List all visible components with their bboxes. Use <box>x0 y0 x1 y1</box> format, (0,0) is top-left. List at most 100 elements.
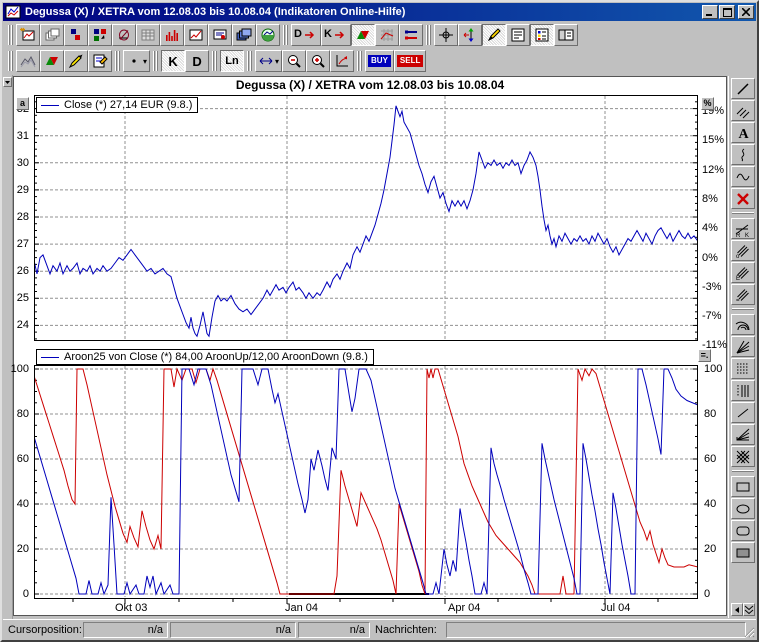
daily-data-button[interactable]: D <box>291 24 321 46</box>
parallel-lines-tool[interactable] <box>731 100 755 121</box>
aroon-axis-options-button[interactable]: =. <box>698 349 711 362</box>
close-button[interactable] <box>738 5 754 19</box>
marker-pen-button[interactable] <box>64 50 88 72</box>
toolbar-grip <box>283 25 288 45</box>
percent-axis-button[interactable]: % <box>701 97 714 110</box>
text-tool[interactable]: A <box>731 122 755 143</box>
log-scale-button[interactable]: Ln <box>220 50 244 72</box>
messages-label: Nachrichten: <box>375 624 437 636</box>
fibonacci-retracement-tool[interactable] <box>731 358 755 379</box>
kurs-mode-button[interactable]: K <box>161 50 185 72</box>
chart-toolbar: ▾ KD Ln ▾ BUYSELL <box>3 47 756 75</box>
svg-text:K: K <box>745 233 749 237</box>
layout-button[interactable] <box>554 24 578 46</box>
resize-grip[interactable] <box>743 626 755 638</box>
rounded-rect-tool[interactable] <box>731 520 755 541</box>
price-tick-label: 29 <box>17 184 29 196</box>
aroon-tick-label: 40 <box>17 498 29 510</box>
price-chart-canvas[interactable] <box>34 95 698 341</box>
gann-fan-tool[interactable] <box>731 424 755 445</box>
no-draw-button[interactable] <box>112 24 136 46</box>
left-splitter-button[interactable] <box>3 77 12 87</box>
axis-arrows-button[interactable] <box>458 24 482 46</box>
time-lines-tool[interactable] <box>731 380 755 401</box>
notes-button[interactable] <box>506 24 530 46</box>
percent-tick-label: -7% <box>702 310 722 322</box>
squiggle-tool[interactable] <box>731 144 755 165</box>
minimize-button[interactable] <box>702 5 718 19</box>
trend-line-tool[interactable] <box>731 78 755 99</box>
aroon-chart-canvas[interactable] <box>34 365 698 605</box>
left-splitter[interactable] <box>3 75 13 619</box>
toolbar-grip <box>426 25 431 45</box>
data-table-button[interactable] <box>136 24 160 46</box>
delete-object-tool[interactable] <box>731 188 755 209</box>
diagonal-line-tool[interactable] <box>731 402 755 423</box>
aroon-tick-label: 0 <box>704 588 710 600</box>
wave-tool[interactable] <box>731 166 755 187</box>
cursor-y-field: n/a <box>298 622 370 638</box>
cursor-x-field: n/a <box>83 622 168 638</box>
crosshair-button[interactable] <box>434 24 458 46</box>
gann-grid-tool[interactable] <box>731 446 755 467</box>
toolbar-grip <box>153 51 158 71</box>
hatch-pattern-1-tool[interactable]: o <box>731 240 755 261</box>
zoom-out-button[interactable] <box>282 50 306 72</box>
presentation-button[interactable] <box>208 24 232 46</box>
percent-tick-label: 0% <box>702 252 718 264</box>
aroon-tick-label: 60 <box>704 453 716 465</box>
regression-channel-tool[interactable]: RK <box>731 218 755 239</box>
aroon-tick-label: 80 <box>17 408 29 420</box>
chart-stack-button[interactable] <box>232 24 256 46</box>
zigzag-button[interactable] <box>16 50 40 72</box>
workspace: Degussa (X) / XETRA vom 12.08.03 bis 10.… <box>3 75 756 619</box>
price-legend[interactable]: Close (*) 27,14 EUR (9.8.) <box>36 97 198 113</box>
buy-button[interactable]: BUY <box>365 50 394 72</box>
scroll-left-button[interactable] <box>731 603 743 616</box>
properties-button[interactable] <box>88 50 112 72</box>
application-window: Degussa (X) / XETRA vom 12.08.03 bis 10.… <box>0 0 759 642</box>
title-bar: Degussa (X) / XETRA vom 12.08.03 bis 10.… <box>3 3 756 21</box>
updown-triangles-button[interactable] <box>351 24 375 46</box>
web-chart-button[interactable] <box>256 24 280 46</box>
new-chart-button[interactable] <box>16 24 40 46</box>
linked-objects-button[interactable] <box>88 24 112 46</box>
copy-button[interactable] <box>40 24 64 46</box>
aroon-legend[interactable]: Aroon25 von Close (*) 84,00 AroonUp/12,0… <box>36 349 374 365</box>
maximize-button[interactable] <box>719 5 735 19</box>
toolbar-grip <box>115 51 120 71</box>
svg-text:R: R <box>736 233 741 237</box>
legend-toggle-button[interactable] <box>530 24 554 46</box>
fibonacci-fan-tool[interactable] <box>731 336 755 357</box>
line-chart-button[interactable] <box>184 24 208 46</box>
aroon-tick-label: 20 <box>704 543 716 555</box>
hatch-pattern-2-tool[interactable]: E <box>731 262 755 283</box>
zoom-in-button[interactable] <box>306 50 330 72</box>
scatter-objects-button[interactable] <box>64 24 88 46</box>
aroon-tick-label: 60 <box>17 453 29 465</box>
compare-lines-button[interactable] <box>399 24 423 46</box>
time-axis-label: Apr 04 <box>448 602 480 614</box>
grid-indicator-button[interactable] <box>375 24 399 46</box>
left-axis-scale-button[interactable]: a <box>16 97 29 110</box>
expand-down-button[interactable] <box>743 603 755 616</box>
ellipse-tool[interactable] <box>731 498 755 519</box>
toolbar-grip <box>247 51 252 71</box>
chart-panel[interactable]: Degussa (X) / XETRA vom 12.08.03 bis 10.… <box>13 76 727 616</box>
depot-mode-button[interactable]: D <box>185 50 209 72</box>
hatch-pattern-3-tool[interactable]: = <box>731 284 755 305</box>
fibonacci-arcs-tool[interactable] <box>731 314 755 335</box>
draw-pencil-button[interactable] <box>482 24 506 46</box>
candle-data-button[interactable]: K <box>321 24 351 46</box>
scale-shift-button[interactable] <box>330 50 354 72</box>
horizontal-range-button[interactable]: ▾ <box>255 50 282 72</box>
aroon-tick-label: 100 <box>11 363 29 375</box>
histogram-button[interactable] <box>160 24 184 46</box>
line-width-select[interactable]: ▾ <box>123 50 150 72</box>
signal-triangles-button[interactable] <box>40 50 64 72</box>
filled-rect-tool[interactable] <box>731 542 755 563</box>
aroon-right-axis: 100806040200 <box>700 365 728 599</box>
svg-text:E: E <box>736 276 740 281</box>
sell-button[interactable]: SELL <box>394 50 426 72</box>
rectangle-tool[interactable] <box>731 476 755 497</box>
